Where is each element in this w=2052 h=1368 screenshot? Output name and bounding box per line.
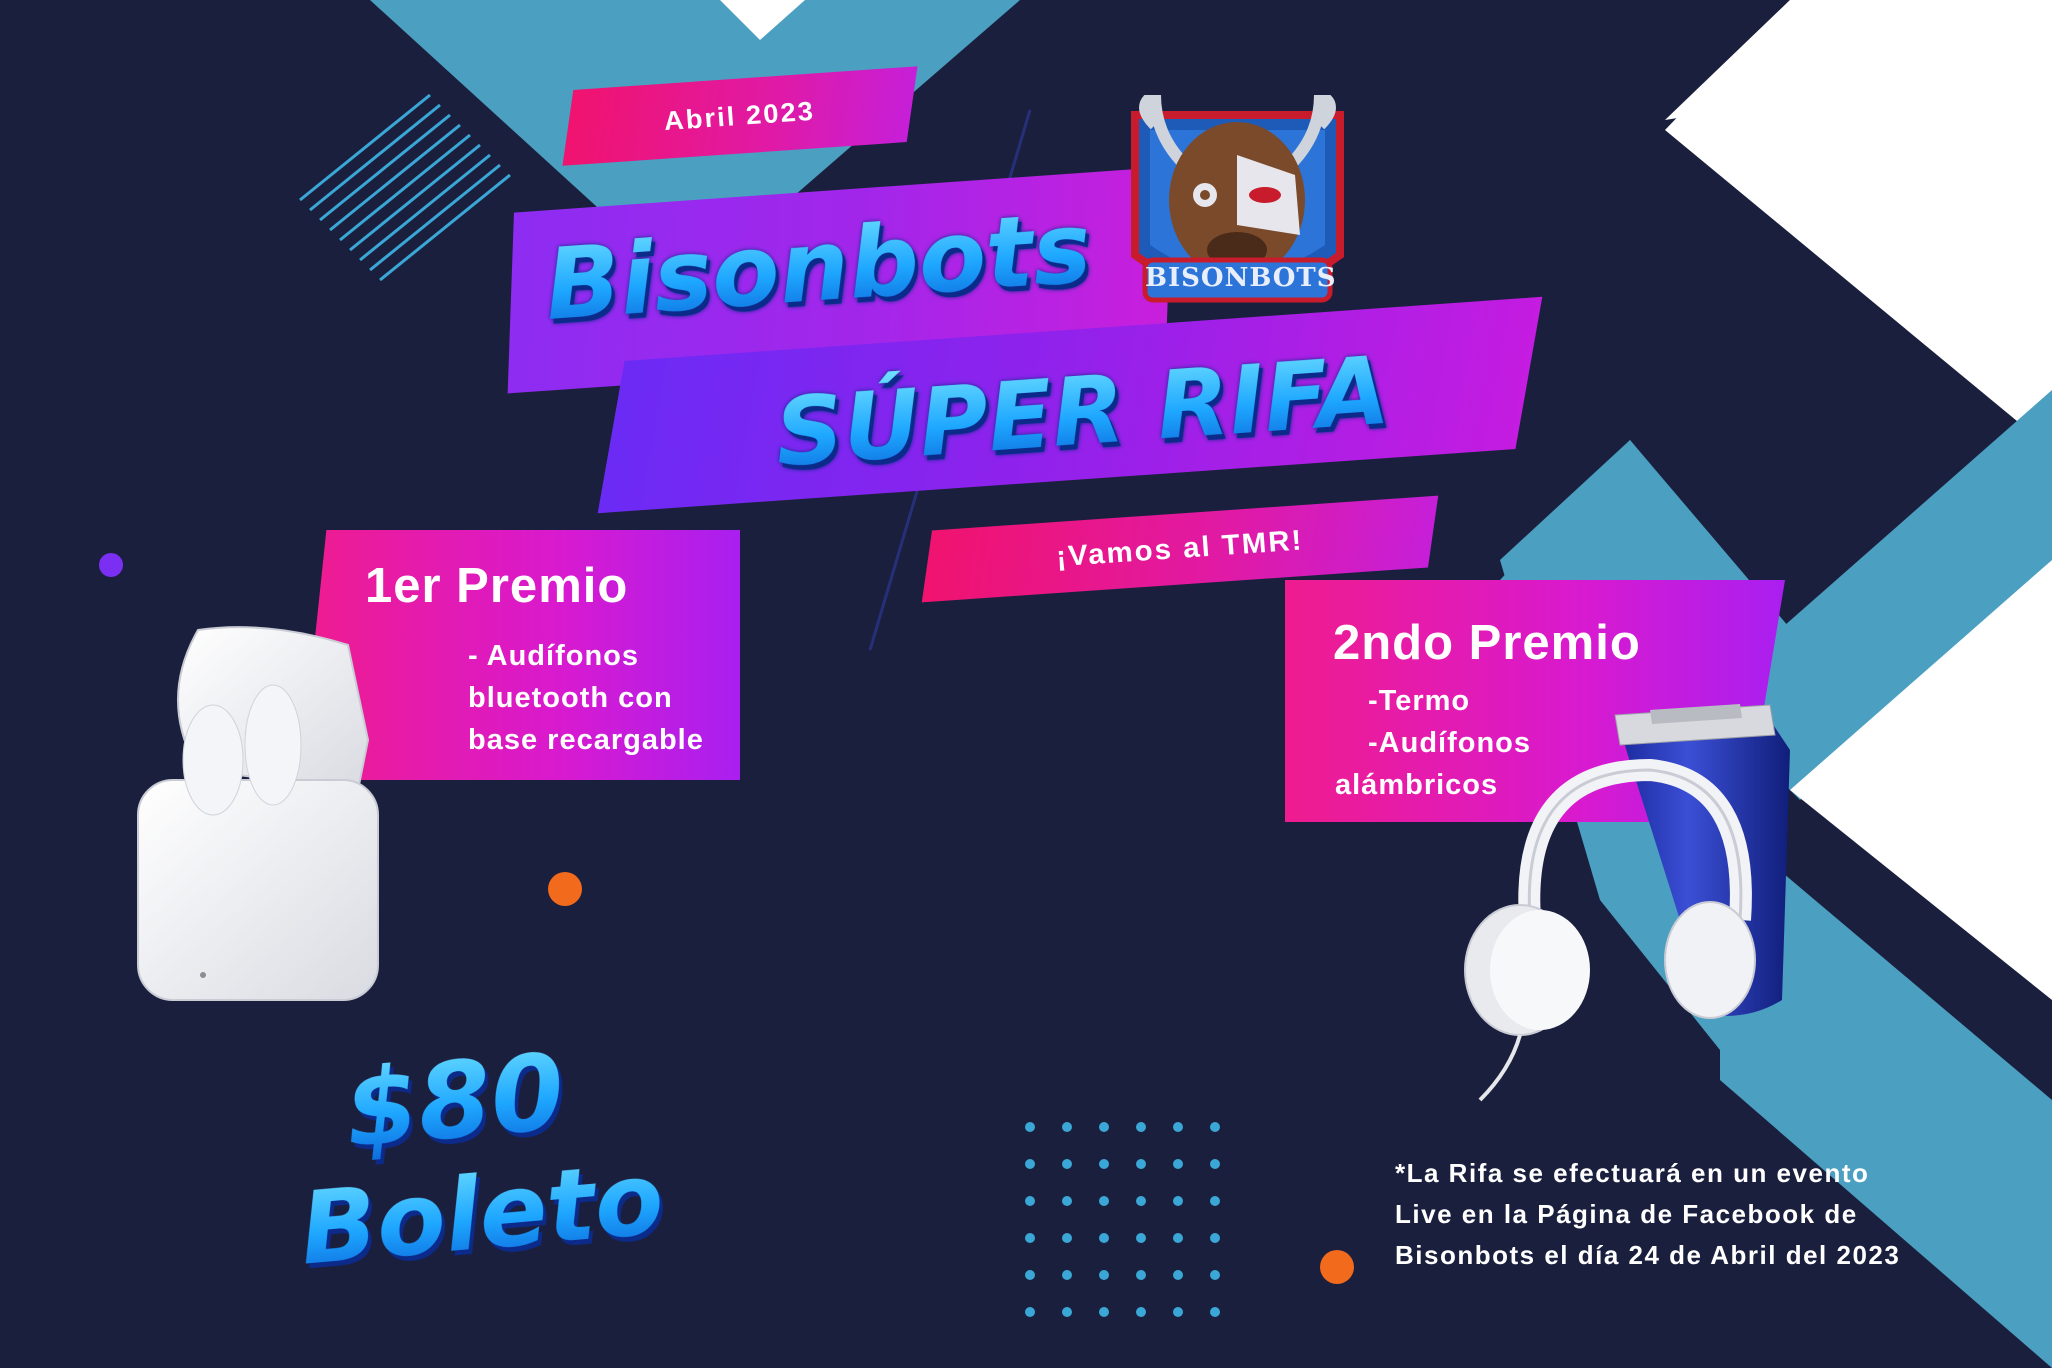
grid-dot xyxy=(1210,1122,1220,1132)
grid-dot xyxy=(1173,1270,1183,1280)
grid-dot xyxy=(1173,1196,1183,1206)
grid-dot xyxy=(1062,1159,1072,1169)
bisonbots-logo: BISONBOTS xyxy=(1125,85,1350,330)
grid-dot xyxy=(1025,1196,1035,1206)
purple-dot xyxy=(99,553,123,577)
grid-dot xyxy=(1136,1122,1146,1132)
grid-dot xyxy=(1210,1233,1220,1243)
grid-dot xyxy=(1136,1159,1146,1169)
grid-dot xyxy=(1210,1196,1220,1206)
first-prize-item: base recargable xyxy=(468,724,704,756)
grid-dot xyxy=(1025,1307,1035,1317)
grid-dot xyxy=(1025,1159,1035,1169)
first-prize-title: 1er Premio xyxy=(365,559,629,613)
earbuds-image xyxy=(118,620,388,1010)
grid-dot xyxy=(1173,1307,1183,1317)
grid-dot xyxy=(1062,1270,1072,1280)
grid-dot xyxy=(1173,1122,1183,1132)
grid-dot xyxy=(1099,1270,1109,1280)
grid-dot xyxy=(1136,1307,1146,1317)
first-prize-item: - Audífonos xyxy=(468,640,639,672)
logo-text: BISONBOTS xyxy=(1145,263,1337,293)
grid-dot xyxy=(1210,1307,1220,1317)
grid-dot xyxy=(1099,1196,1109,1206)
first-prize-items: - Audífonos bluetooth con base recargabl… xyxy=(468,635,704,761)
footnote: *La Rifa se efectuará en un evento Live … xyxy=(1395,1153,1900,1276)
grid-dot xyxy=(1062,1122,1072,1132)
footnote-line: Live en la Página de Facebook de xyxy=(1395,1199,1858,1229)
second-prize-title: 2ndo Premio xyxy=(1333,616,1641,670)
grid-dot xyxy=(1025,1122,1035,1132)
first-prize-item: bluetooth con xyxy=(468,682,673,714)
grid-dot xyxy=(1173,1159,1183,1169)
grid-dot xyxy=(1210,1159,1220,1169)
grid-dot xyxy=(1136,1270,1146,1280)
grid-dot xyxy=(1025,1233,1035,1243)
grid-dot xyxy=(1210,1270,1220,1280)
grid-dot xyxy=(1062,1233,1072,1243)
grid-dot xyxy=(1099,1159,1109,1169)
orange-dot xyxy=(1320,1250,1354,1284)
dot-grid xyxy=(1025,1122,1225,1322)
grid-dot xyxy=(1136,1196,1146,1206)
grid-dot xyxy=(1173,1233,1183,1243)
tagline-label: ¡Vamos al TMR! xyxy=(1055,524,1305,573)
grid-dot xyxy=(1062,1307,1072,1317)
thermos-headphones-image xyxy=(1450,690,1800,1110)
grid-dot xyxy=(1099,1122,1109,1132)
date-label: Abril 2023 xyxy=(663,95,817,136)
grid-dot xyxy=(1062,1196,1072,1206)
grid-dot xyxy=(1136,1233,1146,1243)
grid-dot xyxy=(1099,1233,1109,1243)
grid-dot xyxy=(1099,1307,1109,1317)
footnote-line: *La Rifa se efectuará en un evento xyxy=(1395,1158,1870,1188)
orange-dot xyxy=(548,872,582,906)
footnote-line: Bisonbots el día 24 de Abril del 2023 xyxy=(1395,1240,1901,1270)
grid-dot xyxy=(1025,1270,1035,1280)
